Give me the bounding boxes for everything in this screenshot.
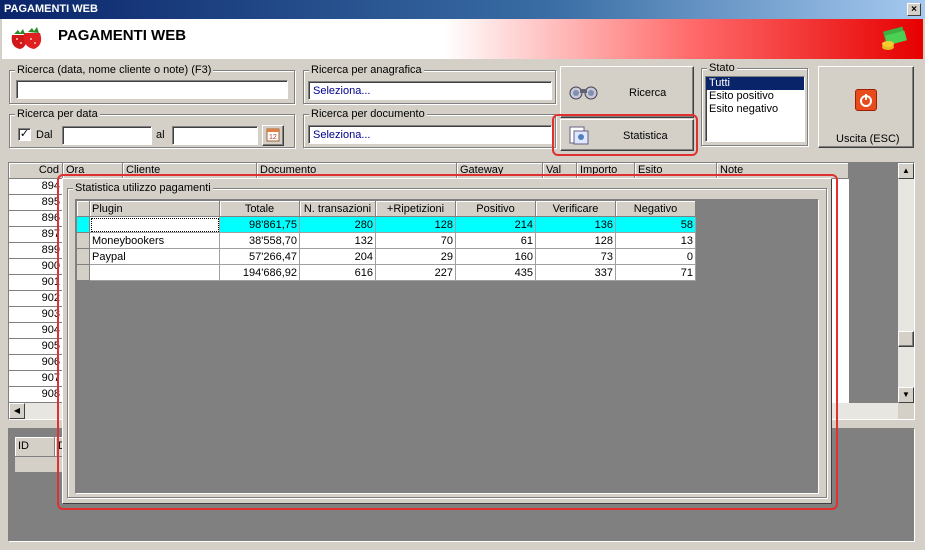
table-row[interactable]: 908 [9,387,63,403]
table-row[interactable]: 907 [9,371,63,387]
power-icon [855,89,877,111]
page-title: PAGAMENTI WEB [58,27,187,44]
dal-checkbox[interactable]: ✓ [18,128,31,141]
dal-label: Dal [36,129,53,141]
al-label: al [156,129,165,141]
calendar-button[interactable]: 12 [262,125,284,146]
table-row[interactable]: 894 [9,179,63,195]
date-label: Ricerca per data [15,108,100,120]
table-row[interactable]: 905 [9,339,63,355]
uscita-label: Uscita (ESC) [836,133,900,145]
search-label: Ricerca (data, nome cliente o note) (F3) [15,64,214,76]
date-from-input[interactable] [62,126,152,145]
col-cod[interactable]: Cod [9,163,63,179]
statistica-label: Statistica [623,130,668,142]
scroll-left-button[interactable]: ◀ [9,403,25,419]
scroll-down-button[interactable]: ▼ [898,387,914,403]
close-button[interactable]: × [907,3,921,16]
statistica-button[interactable]: Statistica [560,119,694,151]
bottom-col-id[interactable]: ID [15,437,55,457]
table-row[interactable]: 901 [9,275,63,291]
table-row[interactable]: 896 [9,211,63,227]
table-row[interactable]: 906 [9,355,63,371]
date-to-input[interactable] [172,126,258,145]
table-row[interactable]: 904 [9,323,63,339]
table-row[interactable]: 897 [9,227,63,243]
vertical-scrollbar[interactable]: ▲ ▼ [898,163,914,403]
stato-option-negativo[interactable]: Esito negativo [706,103,804,116]
table-row[interactable]: 900 [9,259,63,275]
ricerca-label: Ricerca [629,87,667,99]
strawberry-logo-icon [11,27,42,49]
cod-column: 894 895 896 897 899 900 901 902 903 904 … [9,179,63,403]
window-title: PAGAMENTI WEB [4,3,98,15]
ricerca-button[interactable]: Ricerca [560,66,694,118]
anagrafica-label: Ricerca per anagrafica [309,64,424,76]
table-row[interactable]: 903 [9,307,63,323]
stato-label: Stato [707,62,737,74]
scroll-up-button[interactable]: ▲ [898,163,914,179]
window-titlebar: PAGAMENTI WEB [0,0,925,19]
stats-highlight [57,174,838,510]
search-input[interactable] [16,80,288,99]
stato-option-tutti[interactable]: Tutti [706,77,804,90]
svg-text:12: 12 [269,134,277,141]
money-icon [882,26,907,50]
scroll-thumb[interactable] [898,331,914,347]
anagrafica-select[interactable]: Seleziona... [308,81,552,100]
stato-option-positivo[interactable]: Esito positivo [706,90,804,103]
table-row[interactable]: 902 [9,291,63,307]
statistics-icon [569,126,589,145]
documento-label: Ricerca per documento [309,108,427,120]
uscita-button[interactable]: Uscita (ESC) [818,66,914,148]
binoculars-icon [569,86,598,100]
stato-listbox[interactable]: Tutti Esito positivo Esito negativo [705,76,805,142]
documento-select[interactable]: Seleziona... [308,125,552,144]
table-row[interactable]: 895 [9,195,63,211]
table-row[interactable]: 899 [9,243,63,259]
calendar-icon: 12 [266,128,280,142]
